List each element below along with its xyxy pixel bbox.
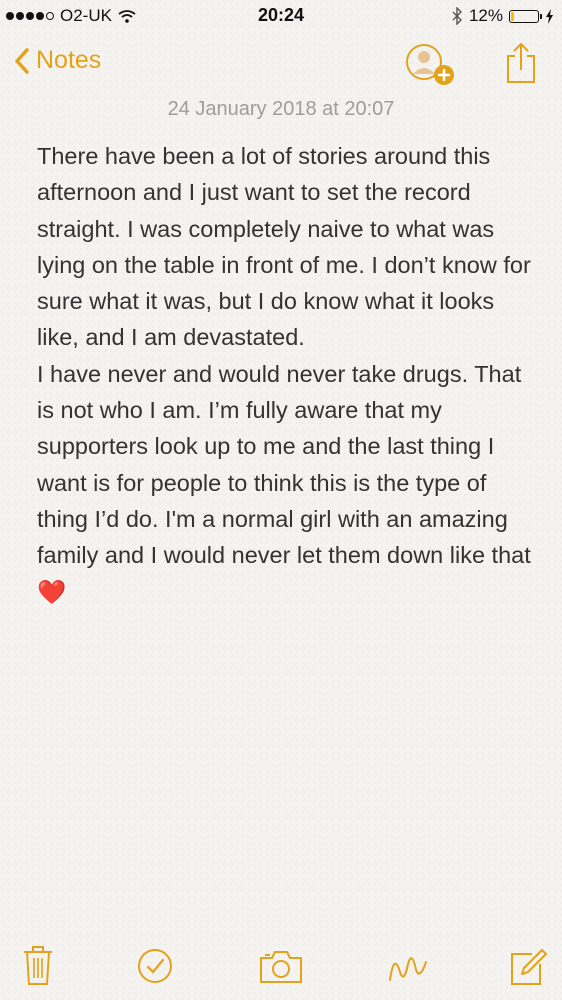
charging-icon (546, 8, 553, 24)
compose-button[interactable] (508, 944, 548, 993)
checklist-icon (138, 949, 172, 983)
note-paragraph-text: I have never and would never take drugs.… (37, 360, 531, 569)
delete-button[interactable] (22, 944, 54, 993)
add-person-button[interactable] (404, 42, 458, 93)
bottom-toolbar (0, 940, 562, 1000)
battery-icon (509, 9, 542, 23)
compose-icon (511, 949, 547, 985)
nav-bar: Notes (0, 34, 562, 92)
status-right: 12% (451, 6, 554, 26)
camera-icon (260, 951, 302, 983)
share-button[interactable] (504, 42, 538, 91)
battery-percent: 12% (468, 6, 503, 25)
checklist-button[interactable] (136, 944, 174, 993)
note-paragraph: I have never and would never take drugs.… (37, 356, 537, 610)
status-bar: O2-UK 20:24 12% (0, 0, 562, 34)
chevron-left-icon (15, 47, 29, 74)
trash-icon (24, 946, 52, 985)
back-label: Notes (36, 46, 102, 74)
note-body[interactable]: There have been a lot of stories around … (37, 138, 537, 610)
heart-emoji: ❤️ (37, 578, 67, 605)
battery-level (511, 11, 514, 21)
bluetooth-icon (452, 7, 462, 25)
sketch-button[interactable] (386, 944, 432, 993)
note-date: 24 January 2018 at 20:07 (167, 98, 395, 120)
sketch-icon (389, 957, 427, 981)
add-person-icon (406, 44, 454, 85)
share-icon (507, 42, 535, 83)
camera-button[interactable] (258, 944, 304, 993)
note-paragraph-text: There have been a lot of stories around … (37, 143, 531, 351)
back-button[interactable]: Notes (14, 46, 101, 75)
note-paragraph: There have been a lot of stories around … (37, 138, 537, 356)
